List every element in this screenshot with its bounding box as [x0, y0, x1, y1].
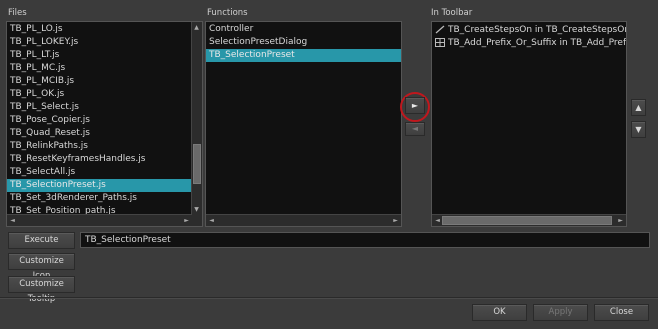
list-item[interactable]: TB_PL_LOKEY.js	[7, 36, 202, 49]
list-item[interactable]: TB_SelectionPreset	[206, 49, 401, 62]
toolbar-label: In Toolbar	[431, 8, 473, 18]
grid-icon	[435, 38, 445, 47]
scroll-corner	[192, 215, 202, 226]
apply-button[interactable]: Apply	[533, 304, 588, 321]
remove-from-toolbar-button[interactable]: ◄	[405, 122, 425, 136]
toolbar-hscroll-thumb[interactable]	[442, 216, 612, 225]
scroll-right-arrow-icon[interactable]: ►	[182, 216, 191, 225]
files-list[interactable]: TB_PL_LO.js TB_PL_LOKEY.js TB_PL_LT.js TB_P…	[6, 21, 203, 227]
scroll-right-arrow-icon[interactable]: ►	[391, 216, 400, 225]
scroll-left-arrow-icon[interactable]: ◄	[433, 216, 442, 225]
execute-field[interactable]: TB_SelectionPreset	[80, 232, 650, 248]
list-item[interactable]: TB_Pose_Copier.js	[7, 114, 202, 127]
list-item[interactable]: TB_RelinkPaths.js	[7, 140, 202, 153]
list-item[interactable]: TB_PL_LT.js	[7, 49, 202, 62]
scroll-up-arrow-icon[interactable]: ▲	[192, 23, 201, 32]
list-item[interactable]: TB_ResetKeyframesHandles.js	[7, 153, 202, 166]
add-to-toolbar-button[interactable]: ►	[405, 97, 425, 114]
list-item[interactable]: TB_PL_MC.js	[7, 62, 202, 75]
files-label: Files	[8, 8, 27, 18]
scroll-left-arrow-icon[interactable]: ◄	[8, 216, 17, 225]
move-down-button[interactable]: ▼	[631, 121, 646, 138]
customize-tooltip-button[interactable]: Customize Tooltip	[8, 276, 75, 304]
scroll-right-arrow-icon[interactable]: ►	[616, 216, 625, 225]
files-vertical-scrollbar[interactable]: ▲ ▼	[191, 22, 202, 215]
list-item[interactable]: TB_Quad_Reset.js	[7, 127, 202, 140]
ok-button[interactable]: OK	[472, 304, 527, 321]
toolbar-item[interactable]: TB_Add_Prefix_Or_Suffix in TB_Add_Prefix…	[432, 37, 626, 50]
toolbar-horizontal-scrollbar[interactable]: ◄ ►	[432, 214, 626, 226]
functions-horizontal-scrollbar[interactable]: ◄ ►	[206, 214, 401, 226]
list-item[interactable]: TB_Set_3dRenderer_Paths.js	[7, 192, 202, 205]
toolbar-item[interactable]: TB_CreateStepsOn in TB_CreateStepsOn.js	[432, 24, 626, 37]
move-up-button[interactable]: ▲	[631, 99, 646, 116]
footer-divider-highlight	[0, 298, 658, 299]
customize-icon-button[interactable]: Customize Icon	[8, 253, 75, 281]
list-item[interactable]: TB_PL_Select.js	[7, 101, 202, 114]
toolbar-item-label: TB_Add_Prefix_Or_Suffix in TB_Add_Prefix…	[448, 38, 626, 48]
list-item[interactable]: SelectionPresetDialog	[206, 36, 401, 49]
toolbar-list[interactable]: TB_CreateStepsOn in TB_CreateStepsOn.js T…	[431, 21, 627, 227]
list-item[interactable]: TB_PL_OK.js	[7, 88, 202, 101]
list-item[interactable]: TB_SelectionPreset.js	[7, 179, 202, 192]
close-button[interactable]: Close	[594, 304, 649, 321]
execute-button[interactable]: Execute	[8, 232, 75, 249]
files-items: TB_PL_LO.js TB_PL_LOKEY.js TB_PL_LT.js TB_P…	[7, 22, 202, 218]
list-item[interactable]: Controller	[206, 23, 401, 36]
functions-items: Controller SelectionPresetDialog TB_Select…	[206, 22, 401, 62]
files-vscroll-thumb[interactable]	[193, 144, 201, 184]
scroll-down-arrow-icon[interactable]: ▼	[192, 205, 201, 214]
files-horizontal-scrollbar[interactable]: ◄ ►	[7, 214, 192, 226]
functions-list[interactable]: Controller SelectionPresetDialog TB_Select…	[205, 21, 402, 227]
functions-label: Functions	[207, 8, 248, 18]
brush-icon	[435, 25, 445, 34]
list-item[interactable]: TB_SelectAll.js	[7, 166, 202, 179]
toolbar-item-label: TB_CreateStepsOn in TB_CreateStepsOn.js	[448, 25, 626, 35]
scroll-left-arrow-icon[interactable]: ◄	[207, 216, 216, 225]
list-item[interactable]: TB_PL_MCIB.js	[7, 75, 202, 88]
list-item[interactable]: TB_PL_LO.js	[7, 23, 202, 36]
toolbar-items: TB_CreateStepsOn in TB_CreateStepsOn.js T…	[432, 22, 626, 50]
